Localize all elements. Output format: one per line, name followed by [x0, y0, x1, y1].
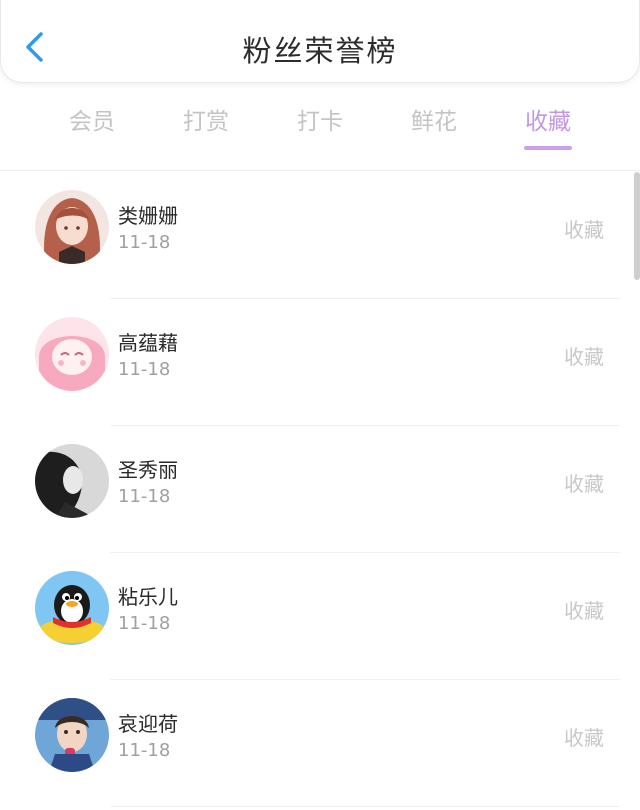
avatar: [35, 698, 109, 772]
fan-date: 11-18: [118, 359, 171, 380]
list-item[interactable]: 哀迎荷 11-18 收藏: [0, 680, 640, 807]
active-tab-indicator: [524, 146, 572, 150]
list-item[interactable]: 类姗姗 11-18 收藏: [0, 172, 640, 299]
tab-rewards[interactable]: 打赏: [183, 102, 229, 136]
avatar: [35, 190, 109, 264]
avatar: [35, 444, 109, 518]
tab-flowers[interactable]: 鲜花: [411, 102, 457, 136]
action-label: 收藏: [564, 472, 604, 496]
pink-anime-avatar: [35, 317, 109, 391]
anime-girl-avatar: [35, 190, 109, 264]
list-item[interactable]: 高蕴藉 11-18 收藏: [0, 299, 640, 426]
fan-name: 粘乐儿: [118, 585, 178, 609]
tab-checkin[interactable]: 打卡: [297, 102, 343, 136]
penguin-avatar: [35, 571, 109, 645]
list-item[interactable]: 粘乐儿 11-18 收藏: [0, 553, 640, 680]
fan-date: 11-18: [118, 232, 171, 253]
fan-list: 类姗姗 11-18 收藏 高蕴藉 11-18 收藏 圣秀丽 11-18 收藏 粘…: [0, 172, 640, 807]
divider: [110, 806, 620, 807]
fan-date: 11-18: [118, 613, 171, 634]
tab-favorites[interactable]: 收藏: [525, 102, 571, 136]
tab-members[interactable]: 会员: [69, 102, 115, 136]
action-label: 收藏: [564, 218, 604, 242]
child-photo-avatar: [35, 698, 109, 772]
action-label: 收藏: [564, 726, 604, 750]
page-title: 粉丝荣誉榜: [242, 34, 398, 68]
fan-date: 11-18: [118, 486, 171, 507]
list-item[interactable]: 圣秀丽 11-18 收藏: [0, 426, 640, 553]
top-bar: 粉丝荣誉榜: [0, 0, 640, 83]
action-label: 收藏: [564, 599, 604, 623]
bw-photo-avatar: [35, 444, 109, 518]
fan-name: 圣秀丽: [118, 458, 178, 482]
fan-name: 类姗姗: [118, 204, 178, 228]
divider: [0, 170, 640, 171]
action-label: 收藏: [564, 345, 604, 369]
avatar: [35, 571, 109, 645]
fan-name: 哀迎荷: [118, 712, 178, 736]
avatar: [35, 317, 109, 391]
fan-date: 11-18: [118, 740, 171, 761]
fan-name: 高蕴藉: [118, 331, 178, 355]
scrollbar[interactable]: [634, 172, 640, 280]
